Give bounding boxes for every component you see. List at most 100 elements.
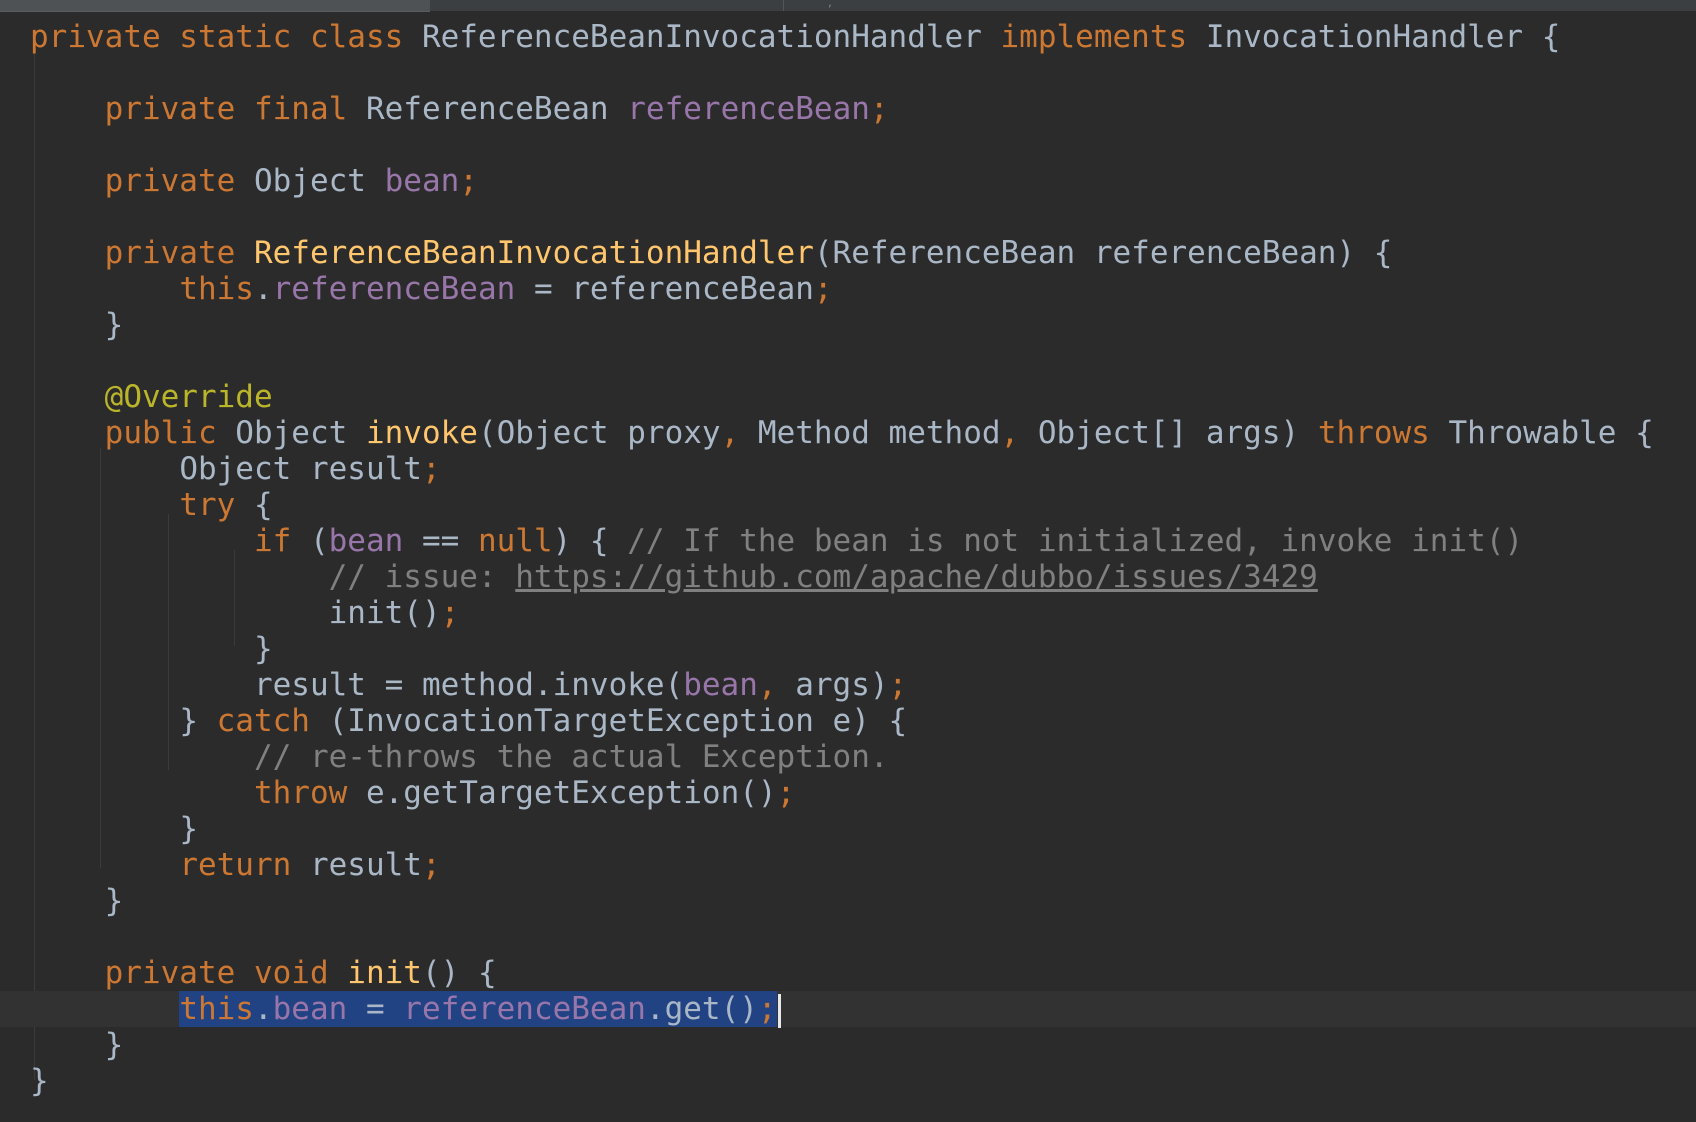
code-token: () {	[421, 955, 497, 991]
code-token: }	[30, 1063, 49, 1099]
code-token: private	[104, 163, 236, 199]
code-line[interactable]: private ReferenceBeanInvocationHandler(R…	[0, 235, 1696, 271]
code-line[interactable]	[0, 127, 1696, 163]
code-token: Object	[235, 163, 385, 199]
code-line[interactable]: private Object bean;	[0, 163, 1696, 199]
code-token: Method method	[739, 415, 1001, 451]
code-line[interactable]: private final ReferenceBean referenceBea…	[0, 91, 1696, 127]
code-line[interactable]: Object result;	[0, 451, 1696, 487]
code-line[interactable]: private void init() {	[0, 955, 1696, 991]
code-token: }	[253, 631, 273, 667]
code-token: .	[253, 991, 273, 1027]
code-token: e.getTargetException()	[347, 775, 777, 811]
code-token: private final	[104, 91, 348, 127]
code-line[interactable]: init();	[0, 595, 1696, 631]
code-token: try	[179, 487, 236, 523]
code-token: invoke	[365, 415, 478, 451]
code-line[interactable]: }	[0, 307, 1696, 343]
code-token: this	[179, 991, 254, 1027]
code-token: }	[104, 307, 124, 343]
code-token: if	[253, 523, 292, 559]
code-line[interactable]: }	[0, 631, 1696, 667]
code-token: (ReferenceBean referenceBean) {	[813, 235, 1393, 271]
code-token: // issue:	[328, 559, 516, 595]
code-token: .	[253, 271, 273, 307]
code-editor[interactable]: , private static class ReferenceBeanInvo…	[0, 0, 1696, 1122]
code-token: public	[104, 415, 217, 451]
code-token: ;	[869, 91, 889, 127]
code-line[interactable]: // re-throws the actual Exception.	[0, 739, 1696, 775]
code-token: bean	[384, 163, 460, 199]
code-line[interactable]: public Object invoke(Object proxy, Metho…	[0, 415, 1696, 451]
code-line[interactable]	[0, 199, 1696, 235]
code-token: ,	[1000, 415, 1020, 451]
code-token: Object[] args)	[1019, 415, 1318, 451]
code-line[interactable]	[0, 919, 1696, 955]
selection-highlight: this.bean = referenceBean.get();	[179, 991, 777, 1027]
code-line[interactable]: try {	[0, 487, 1696, 523]
code-line[interactable]: @Override	[0, 379, 1696, 415]
code-link[interactable]: https://github.com/apache/dubbo/issues/3…	[515, 559, 1318, 595]
code-token: ;	[813, 271, 833, 307]
code-token: }	[179, 811, 198, 847]
code-line[interactable]: }	[0, 1027, 1696, 1063]
code-token: ;	[757, 991, 777, 1027]
code-token: }	[179, 703, 217, 739]
code-line[interactable]: this.bean = referenceBean.get();	[0, 991, 1696, 1028]
code-line[interactable]: result = method.invoke(bean, args);	[0, 667, 1696, 703]
code-token: ;	[421, 847, 441, 883]
code-token: ,	[757, 667, 777, 703]
code-token: catch	[216, 703, 310, 739]
code-token: referenceBean	[403, 991, 646, 1027]
code-token: (Object proxy	[477, 415, 721, 451]
code-line[interactable]	[0, 55, 1696, 91]
code-token: init()	[328, 595, 441, 631]
code-line[interactable]: if (bean == null) { // If the bean is no…	[0, 523, 1696, 559]
code-token: ;	[421, 451, 441, 487]
code-token: Throwable {	[1429, 415, 1654, 451]
code-token: ReferenceBeanInvocationHandler	[253, 235, 814, 271]
code-token: @Override	[104, 379, 273, 415]
code-line[interactable]: private static class ReferenceBeanInvoca…	[0, 19, 1696, 55]
code-token: private	[104, 235, 254, 271]
editor-tab-active[interactable]	[0, 0, 430, 12]
code-token: ;	[888, 667, 908, 703]
code-token: // re-throws the actual Exception.	[253, 739, 889, 775]
code-line[interactable]: }	[0, 883, 1696, 919]
code-line[interactable]	[0, 343, 1696, 379]
code-token: result = method.invoke(	[253, 667, 684, 703]
code-token: ReferenceBeanInvocationHandler	[403, 19, 1001, 55]
code-line[interactable]: // issue: https://github.com/apache/dubb…	[0, 559, 1696, 595]
code-token: referenceBean	[272, 271, 516, 307]
code-line[interactable]: this.referenceBean = referenceBean;	[0, 271, 1696, 307]
code-token: null	[477, 523, 553, 559]
code-line[interactable]: } catch (InvocationTargetException e) {	[0, 703, 1696, 739]
code-token: ReferenceBean	[347, 91, 628, 127]
tab-close-icon[interactable]: ,	[827, 0, 833, 9]
code-token: args)	[776, 667, 889, 703]
code-line[interactable]: throw e.getTargetException();	[0, 775, 1696, 811]
code-token: ;	[459, 163, 478, 199]
code-token: ==	[403, 523, 478, 559]
code-line[interactable]: return result;	[0, 847, 1696, 883]
code-token: bean	[328, 523, 404, 559]
code-token: throw	[253, 775, 348, 811]
code-line[interactable]: }	[0, 1063, 1696, 1099]
code-lines[interactable]: private static class ReferenceBeanInvoca…	[0, 19, 1696, 1099]
code-line[interactable]: }	[0, 811, 1696, 847]
code-token: this	[179, 271, 254, 307]
code-token: private void	[104, 955, 348, 991]
